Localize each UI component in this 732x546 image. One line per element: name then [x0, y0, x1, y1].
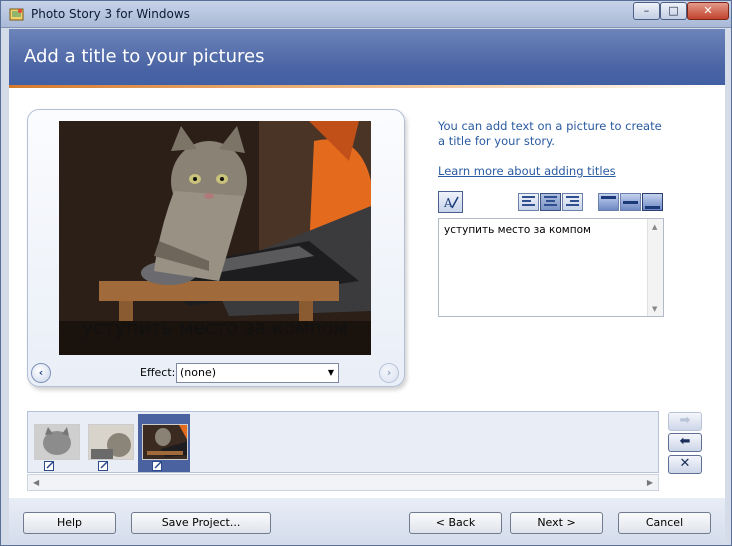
instruction-text: You can add text on a picture to create … [438, 119, 662, 148]
previous-picture-button[interactable]: ‹ [31, 363, 51, 383]
edit-icon[interactable] [152, 461, 164, 471]
save-project-button[interactable]: Save Project... [131, 512, 271, 534]
filmstrip-scrollbar[interactable]: ◀ ▶ [27, 474, 659, 491]
scroll-left-icon[interactable]: ◀ [33, 478, 39, 487]
align-right-button[interactable] [562, 193, 583, 211]
font-pen-icon: A [443, 196, 459, 210]
scroll-down-icon[interactable]: ▼ [652, 305, 657, 313]
maximize-button[interactable]: □ [660, 2, 687, 20]
move-left-button[interactable]: ⬅ [668, 433, 702, 452]
edit-icon[interactable] [98, 461, 110, 471]
align-top-button[interactable] [598, 193, 619, 211]
thumbnail-image [34, 424, 80, 460]
app-window: Photo Story 3 for Windows – □ ✕ Add a ti… [0, 0, 732, 546]
font-button[interactable]: A [438, 191, 463, 213]
remove-picture-button[interactable]: ✕ [668, 455, 702, 474]
title-text-input[interactable]: уступить место за компом ▲ ▼ [438, 218, 664, 317]
photo-title-overlay: уступить место за компом [82, 317, 348, 339]
thumbnail-cat-2[interactable] [84, 414, 136, 472]
effect-dropdown[interactable]: (none) ▼ [176, 363, 339, 383]
scroll-up-icon[interactable]: ▲ [652, 223, 657, 231]
photo-story-app-icon [9, 8, 24, 21]
effect-label: Effect: [140, 366, 176, 379]
next-picture-button[interactable]: › [379, 363, 399, 383]
page-title: Add a title to your pictures [24, 46, 265, 67]
align-left-button[interactable] [518, 193, 539, 211]
scroll-right-icon[interactable]: ▶ [647, 478, 653, 487]
title-bar: Photo Story 3 for Windows – □ ✕ [1, 1, 731, 28]
thumbnail-image [142, 424, 188, 460]
align-middle-button[interactable] [620, 193, 641, 211]
align-bottom-button[interactable] [642, 193, 663, 211]
align-center-button[interactable] [540, 193, 561, 211]
help-button[interactable]: Help [23, 512, 116, 534]
learn-more-link[interactable]: Learn more about adding titles [438, 164, 616, 178]
next-button[interactable]: Next > [510, 512, 603, 534]
thumbnail-image [88, 424, 134, 460]
title-scrollbar[interactable]: ▲ ▼ [647, 219, 663, 316]
filmstrip [27, 411, 659, 473]
cancel-button[interactable]: Cancel [618, 512, 711, 534]
edit-icon[interactable] [44, 461, 56, 471]
thumbnail-cat-1[interactable] [30, 414, 82, 472]
svg-text:A: A [443, 196, 453, 210]
page-header: Add a title to your pictures [9, 29, 725, 85]
effect-selected-value: (none) [180, 366, 217, 379]
window-title: Photo Story 3 for Windows [31, 7, 190, 21]
picture-preview: уступить место за компом [59, 121, 371, 355]
move-right-button[interactable]: ➡ [668, 412, 702, 431]
minimize-button[interactable]: – [633, 2, 660, 20]
chevron-down-icon: ▼ [327, 368, 334, 377]
close-button[interactable]: ✕ [687, 2, 729, 20]
back-button[interactable]: < Back [409, 512, 502, 534]
thumbnail-cat-3[interactable] [138, 414, 190, 472]
title-text-value: уступить место за компом [444, 224, 591, 236]
